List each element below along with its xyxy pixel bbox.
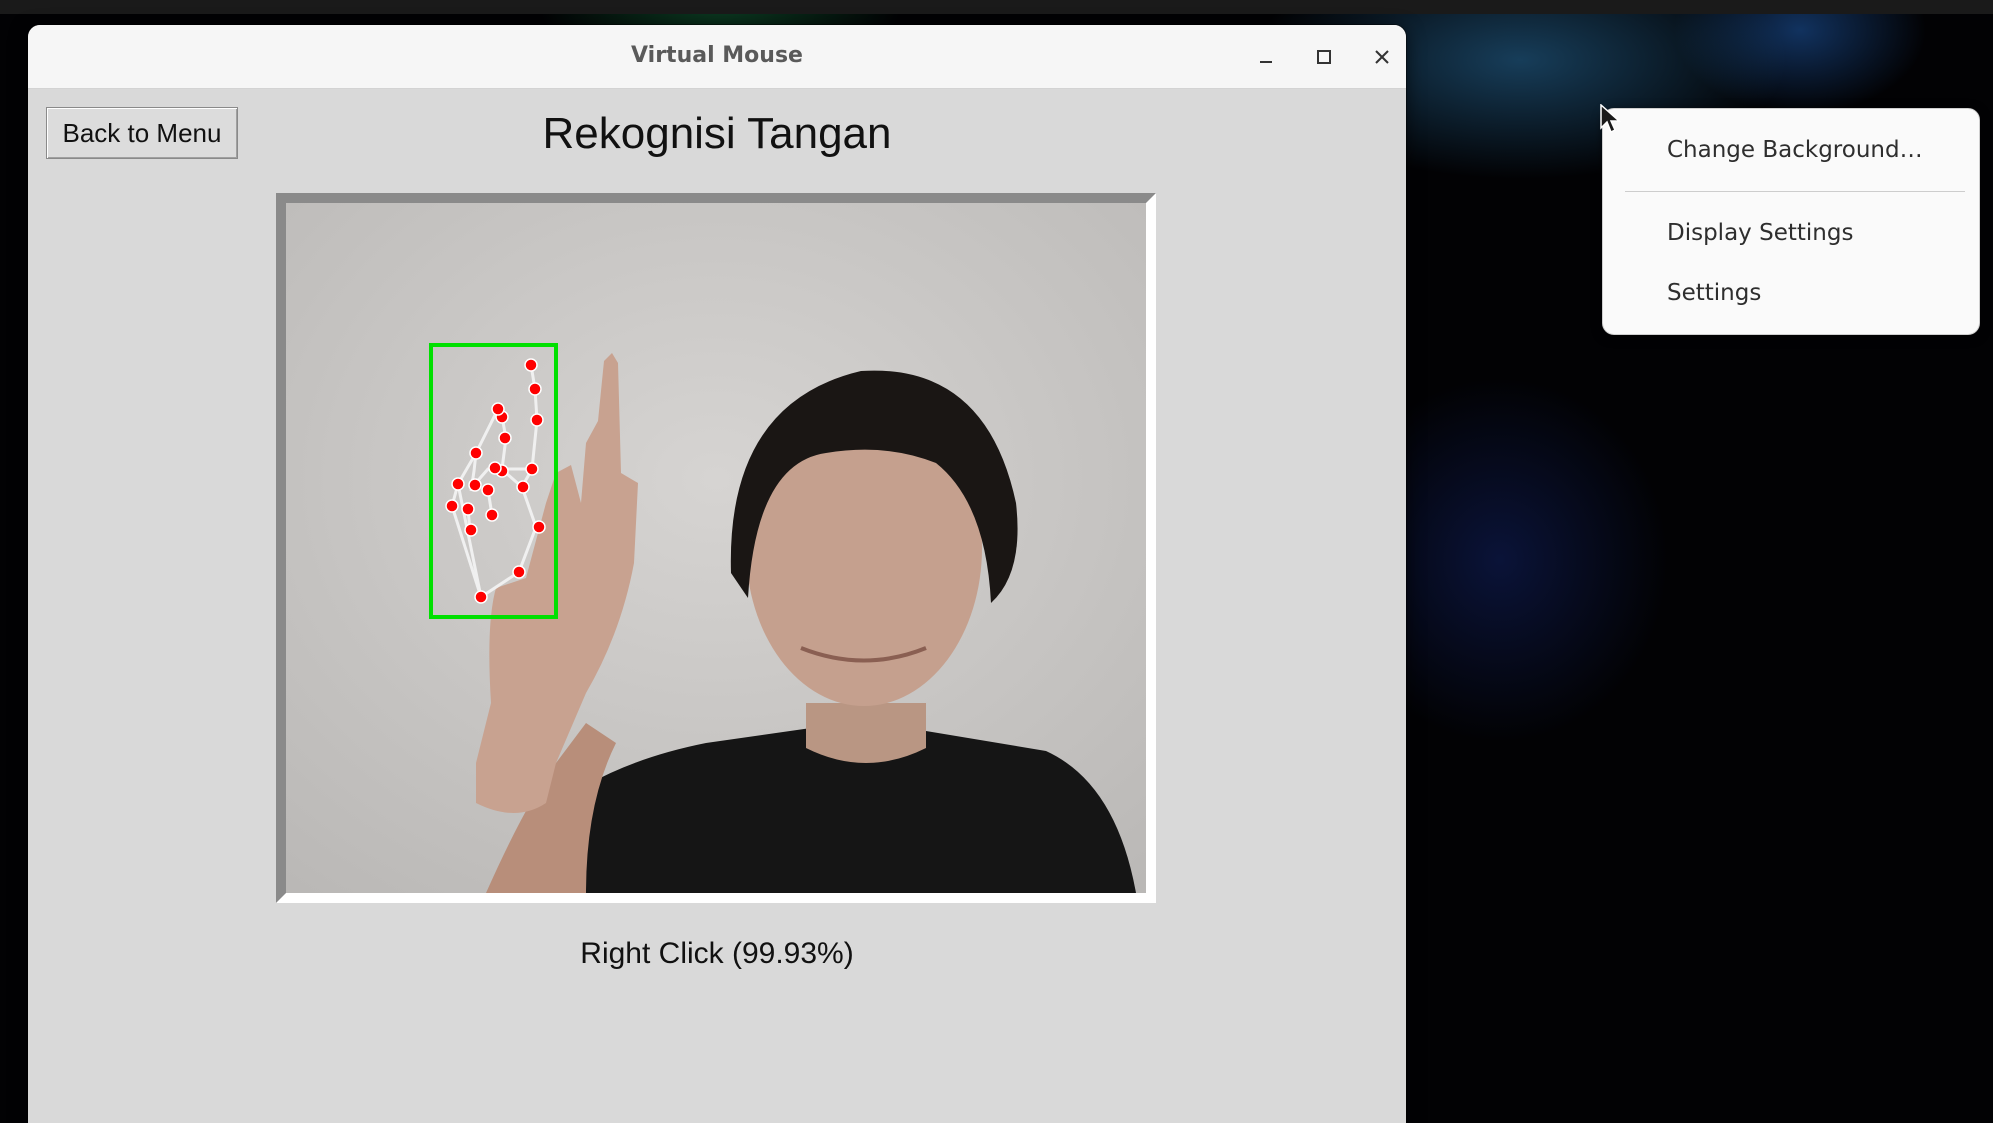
minimize-icon [1260, 61, 1272, 63]
close-icon [1375, 50, 1389, 64]
gesture-prediction-label: Right Click (99.93%) [580, 937, 854, 970]
maximize-button[interactable] [1306, 39, 1342, 75]
desktop-context-menu: Change Background… Display Settings Sett… [1602, 108, 1980, 335]
menu-item-settings[interactable]: Settings [1667, 280, 1761, 306]
menu-separator [1625, 191, 1965, 192]
mouse-pointer-icon [1600, 104, 1621, 134]
camera-feed [276, 193, 1156, 903]
camera-image [286, 203, 1146, 893]
page-title: Rekognisi Tangan [542, 109, 892, 158]
menu-item-change-background[interactable]: Change Background… [1667, 137, 1923, 163]
minimize-button[interactable] [1248, 39, 1284, 75]
menu-item-display-settings[interactable]: Display Settings [1667, 220, 1853, 246]
window-titlebar[interactable]: Virtual Mouse [28, 25, 1406, 89]
app-window: Virtual Mouse Back to Menu Rekognisi Tan… [28, 25, 1406, 1123]
top-panel [0, 0, 1993, 14]
window-title: Virtual Mouse [631, 43, 803, 68]
close-button[interactable] [1364, 39, 1400, 75]
maximize-icon [1317, 50, 1331, 64]
